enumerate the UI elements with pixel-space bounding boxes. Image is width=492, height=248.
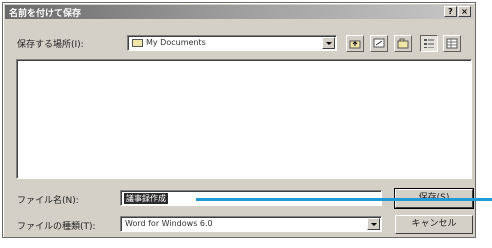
filetype-label: ファイルの種類(T): [17,222,96,232]
dialog-title: 名前を付けて保存 [9,9,82,19]
callout-line [196,198,492,201]
save-in-label: 保存する場所(I): [17,40,84,50]
filetype-value: Word for Windows 6.0 [125,219,213,228]
chevron-down-icon[interactable] [322,37,335,49]
desktop-button[interactable] [370,35,388,52]
save-as-dialog: 名前を付けて保存 ? × 保存する場所(I): My Documents ファイ… [2,2,476,238]
save-in-value: My Documents [146,38,206,47]
file-list[interactable] [16,59,472,179]
folder-icon [132,39,143,47]
help-button[interactable]: ? [444,6,457,17]
up-one-level-icon [349,40,361,49]
filename-value: 議事録作成 [124,193,168,204]
close-button[interactable]: × [458,6,471,17]
up-one-level-button[interactable] [346,35,364,52]
details-view-button[interactable] [443,35,461,52]
save-in-dropdown[interactable]: My Documents [127,35,337,51]
list-view-icon [424,39,434,48]
title-bar[interactable]: 名前を付けて保存 ? × [5,5,473,19]
new-folder-button[interactable] [394,35,412,52]
cancel-button[interactable]: キャンセル [395,215,473,234]
desktop-icon [373,38,385,48]
new-folder-icon [397,38,409,49]
details-view-icon [446,38,458,49]
list-view-button[interactable] [420,35,438,52]
filetype-dropdown[interactable]: Word for Windows 6.0 [120,216,382,232]
filename-label: ファイル名(N): [17,196,79,206]
chevron-down-icon[interactable] [367,218,380,230]
